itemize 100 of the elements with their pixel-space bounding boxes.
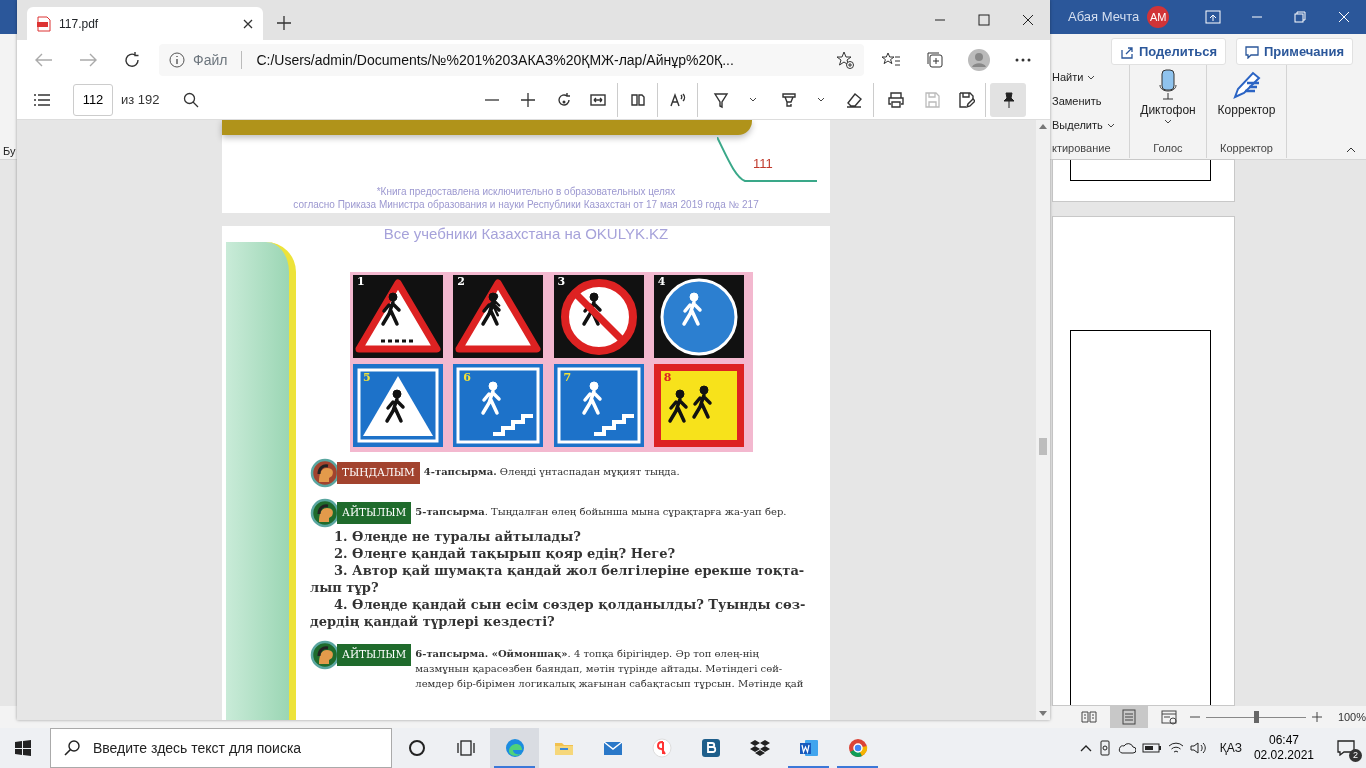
collapse-ribbon-icon[interactable]	[1346, 147, 1356, 153]
print-icon	[887, 90, 905, 109]
zoom-out-icon	[483, 97, 501, 102]
favorites-icon	[881, 51, 901, 69]
pdf-file-icon	[37, 15, 51, 32]
section-label: АЙТЫЛЫМ	[337, 502, 412, 524]
show-hidden-icons-icon[interactable]	[1079, 744, 1092, 752]
battery-icon[interactable]	[1141, 743, 1162, 753]
view-icon	[1119, 709, 1138, 725]
question-text: 1. Өлеңде не туралы айтылады?	[333, 528, 582, 545]
highlight-icon	[779, 90, 798, 109]
group-label: Голос	[1153, 140, 1183, 156]
zoom-in-icon[interactable]	[1311, 712, 1322, 722]
editor-button[interactable]: Корректор	[1211, 65, 1282, 120]
task-view-icon	[455, 738, 476, 758]
group-label: Корректор	[1220, 140, 1273, 156]
ribbon-display-icon[interactable]	[1204, 10, 1221, 24]
pin-toolbar-button[interactable]	[990, 82, 1026, 117]
group-label: ктирование	[1052, 140, 1111, 156]
device-icon[interactable]	[1097, 740, 1112, 756]
page-number: 111	[753, 155, 773, 173]
maximize-icon[interactable]	[978, 14, 990, 26]
notifications-button[interactable]: 2	[1326, 728, 1366, 768]
address-scheme-label: Файл	[193, 50, 228, 70]
browser-tab[interactable]: 117.pdf	[27, 7, 263, 40]
search-field[interactable]: Введите здесь текст для поиска	[50, 728, 392, 768]
b-letter-icon	[700, 738, 721, 758]
task-text: 5-тапсырма. Тыңдалған өлең бойынша мына сұрақтарға жа-уап бер.	[415, 505, 787, 519]
close-icon[interactable]	[243, 18, 253, 29]
rotate-icon	[555, 90, 573, 109]
comments-button[interactable]: Примечания	[1236, 38, 1353, 65]
box-icon	[749, 738, 770, 758]
sign-number: 3	[557, 276, 566, 288]
scroll-up-icon[interactable]	[1039, 124, 1047, 129]
footer-text: согласно Приказа Министра образования и науки Республики Казахстан от 17 мая 2019 года № 217	[293, 199, 759, 210]
question-text: 3. Автор қай шумақта қандай жол белгілеріне ерекше тоқта-лып тұр?	[310, 562, 806, 596]
browser-icon	[847, 738, 868, 758]
notification-count: 2	[1349, 749, 1362, 762]
windows-logo-icon	[15, 740, 31, 756]
sign-number: 2	[457, 276, 465, 288]
ribbon-command[interactable]: Выделить	[1052, 113, 1115, 137]
view-icon	[1159, 709, 1178, 725]
zoom-percent: 100%	[1337, 709, 1366, 725]
caret-icon	[1087, 74, 1096, 80]
speaker-head-icon	[310, 458, 340, 488]
volume-icon[interactable]	[1189, 741, 1206, 755]
cortana-icon	[406, 738, 427, 758]
save-as-icon	[956, 90, 975, 109]
back-icon	[35, 53, 53, 67]
share-button[interactable]: Поделиться	[1110, 38, 1226, 65]
section-label: ТЫҢДАЛЫМ	[337, 462, 420, 484]
eraser-icon	[844, 90, 863, 109]
browser-icon	[504, 738, 525, 758]
footer-text: *Книга предоставлена исключительно в образовательных целях	[376, 186, 676, 197]
sign-number: 5	[363, 372, 371, 384]
collections-icon	[926, 51, 944, 69]
forward-icon	[79, 53, 97, 67]
caret-icon	[1164, 119, 1172, 124]
section-label: АЙТЫЛЫМ	[337, 644, 412, 666]
browser-icon	[651, 738, 672, 758]
search-icon	[182, 91, 199, 108]
sign-number: 8	[663, 372, 672, 384]
url-text: C:/Users/admin/Documents/№%201%203АКАЗ%20ҚМЖ-лар/Айнұр%20Қ...	[256, 50, 735, 70]
wifi-icon[interactable]	[1167, 741, 1184, 755]
share-icon	[1119, 44, 1134, 59]
close-icon[interactable]	[1022, 14, 1034, 26]
language-indicator[interactable]: ҚАЗ	[1219, 739, 1242, 757]
scrollbar-thumb[interactable]	[1039, 438, 1047, 455]
pen-icon	[1230, 69, 1263, 101]
question-text: 4. Өлеңде қандай сын есім сөздер қолданылды? Туынды сөз-дердің қандай түрлері кездесті?	[310, 596, 807, 630]
page-number-field[interactable]: 112	[73, 83, 113, 116]
page-count: из 192	[121, 90, 160, 109]
speaker-head-icon	[310, 498, 340, 528]
caret-icon	[1106, 122, 1115, 128]
avatar[interactable]: АМ	[1147, 6, 1170, 28]
sign-number: 1	[357, 276, 365, 288]
sign-number: 7	[563, 372, 572, 384]
restore-icon[interactable]	[1294, 11, 1307, 23]
add-favorite-icon[interactable]	[836, 51, 854, 69]
more-icon	[1015, 58, 1031, 62]
ribbon-command[interactable]: Заменить	[1052, 89, 1102, 113]
profile-icon	[967, 48, 991, 72]
speaker-head-icon	[310, 640, 340, 670]
contents-icon	[34, 93, 50, 106]
new-tab-icon[interactable]	[277, 16, 291, 30]
zoom-slider-thumb[interactable]	[1253, 710, 1259, 723]
sign-number: 6	[463, 372, 471, 384]
dictation-button[interactable]: Диктофон	[1134, 65, 1202, 125]
task-text: 6-тапсырма. «Оймоншақ». 4 топқа бірігіңдер. Әр топ өлең-нің мазмұнын қарасөзбен баяндап, мәтін түрінде айтады. Мәтіндегі сөй-лемдер бір-бірімен логикалық жағынан сабақтасып тұрсын. Мәтінде қай	[415, 647, 805, 691]
draw-icon	[711, 90, 730, 109]
refresh-icon	[124, 52, 140, 68]
scrollbar[interactable]	[1036, 120, 1050, 720]
zoom-in-icon	[519, 90, 537, 109]
address-bar[interactable]: Файл C:/Users/admin/Documents/№%201%203АКАЗ%20ҚМЖ-лар/Айнұр%20Қ...	[159, 44, 864, 76]
clock[interactable]: 06:47 02.02.2021	[1247, 733, 1320, 763]
view-icon	[1080, 709, 1098, 725]
ribbon-command[interactable]: Найти	[1052, 65, 1096, 89]
cloud-icon[interactable]	[1117, 742, 1136, 754]
scroll-down-icon[interactable]	[1039, 711, 1047, 716]
ribbon-tab-label[interactable]: Бу	[3, 143, 16, 160]
